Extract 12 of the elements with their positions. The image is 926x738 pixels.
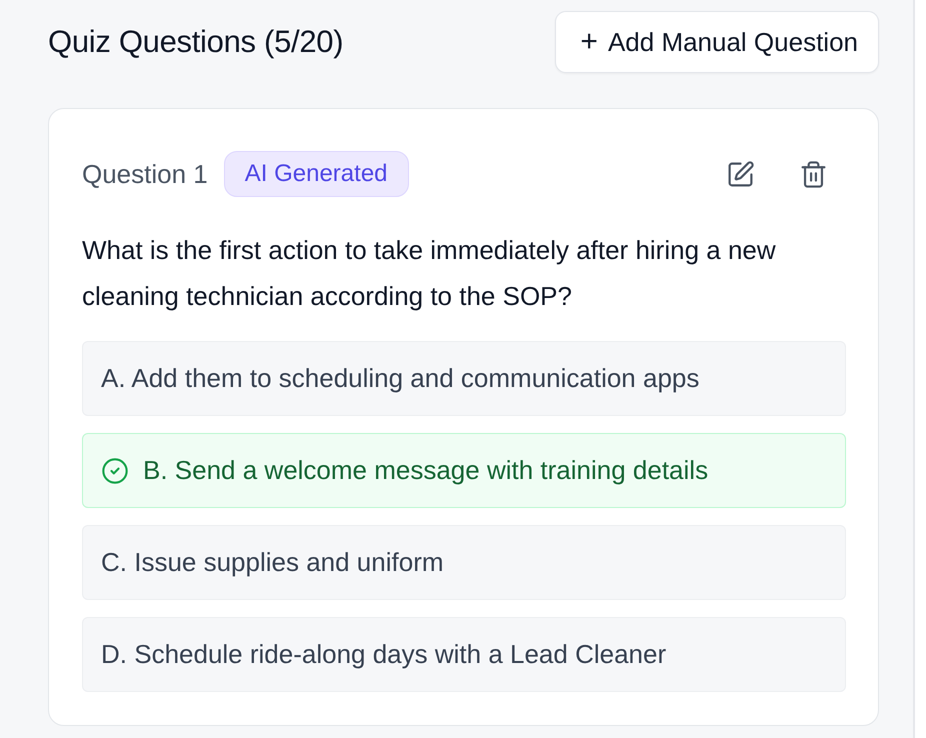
option-text: C. Issue supplies and uniform [101, 547, 444, 578]
option-text: D. Schedule ride-along days with a Lead Cleaner [101, 639, 666, 670]
check-circle-icon [101, 456, 129, 484]
ai-badge: AI Generated [224, 151, 409, 197]
edit-icon[interactable] [726, 160, 755, 188]
option-text: A. Add them to scheduling and communication apps [101, 363, 700, 394]
question-text: What is the first action to take immediately after hiring a new cleaning technician according to the SOP? [82, 234, 777, 313]
delete-icon[interactable] [799, 160, 828, 188]
add-question-button[interactable]: + Add Manual Question [555, 11, 879, 73]
section-title: Quiz Questions (5/20) [48, 24, 344, 60]
option-text: B. Send a welcome message with training details [143, 455, 708, 486]
question-label: Question 1 [82, 158, 208, 190]
